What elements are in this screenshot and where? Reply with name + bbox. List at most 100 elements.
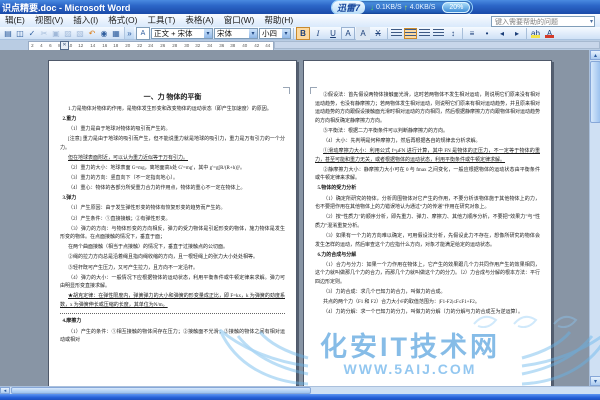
page-1[interactable]: 高考物理知识点精要 一、力 物体的平衡 1.力是物体对物体的作用，是物体发生形变和改… — [48, 60, 297, 386]
doc-paragraph: （3）重力的方向：竖直向下（不一定指向地心）。 — [68, 176, 179, 182]
doc-paragraph: （4）大小：先判明是何种摩擦力，然后再根据各自的规律去分析求解。 — [323, 138, 481, 144]
doc-paragraph: （1）产生的条件：①相互接触的物体间存在压力；②接触面不光滑；③接触的物体之间有… — [60, 329, 285, 344]
character-scale-button[interactable]: X — [371, 27, 385, 40]
toolbars: ▤ ◫ ✓ ✂ ▣ ▨ ▧ ↶ ◉ ▦ » A 正文 + 宋体 ▾ 宋体 ▾ 小四 ▾ B I U… — [0, 26, 600, 40]
styles-and-formatting-icon[interactable]: A — [136, 26, 150, 40]
bullets-button[interactable]: • — [480, 27, 494, 40]
menu-item[interactable]: 窗口(W) — [219, 14, 260, 27]
doc-paragraph: ③轻杆既可产生压力，又可产生拉力，且方向不一定沿杆。 — [68, 265, 199, 271]
increase-indent-button[interactable]: ▸ — [510, 27, 524, 40]
underline-button[interactable]: U — [326, 27, 340, 40]
ruler-number: 40 — [242, 43, 248, 49]
doc-paragraph: 但在地球表面附近，可以认为重力近似等于万有引力。 — [68, 155, 189, 161]
ruler-number: 12 — [78, 43, 84, 49]
align-right-button[interactable] — [419, 28, 430, 38]
print-preview-icon[interactable]: ◫ — [14, 28, 26, 39]
menu-item[interactable]: 插入(I) — [68, 14, 103, 27]
formatting-toolbar: A 正文 + 宋体 ▾ 宋体 ▾ 小四 ▾ B I U A A X ↕ ≡ • … — [136, 26, 556, 40]
menu-item[interactable]: 辑(E) — [0, 14, 30, 27]
upload-arrow-icon: ↑ — [403, 3, 408, 12]
ruler-number: 22 — [137, 43, 143, 49]
ruler-number: 6 — [48, 43, 52, 49]
ruler-number: 30 — [183, 43, 189, 49]
menu-item[interactable]: 视图(V) — [30, 14, 68, 27]
ruler-number: 36 — [218, 43, 224, 49]
style-combobox[interactable]: 正文 + 宋体 ▾ — [151, 27, 213, 39]
doc-paragraph: ②假设法：首先假设两物体接触面光滑，这时若两物体不发生相对运动，则说明它们原来没… — [315, 93, 541, 124]
menu-item[interactable]: 表格(A) — [180, 14, 218, 27]
scroll-down-icon[interactable]: ▾ — [590, 376, 600, 386]
undo-icon[interactable]: ↶ — [86, 28, 98, 39]
italic-button[interactable]: I — [311, 27, 325, 40]
horizontal-ruler[interactable]: 2468101214161820222426283032343638404244… — [0, 40, 600, 51]
ruler-number: 32 — [195, 43, 201, 49]
vertical-scroll-thumb[interactable] — [590, 61, 600, 123]
highlight-button[interactable]: ab — [529, 28, 542, 39]
doc-paragraph: （2）产生条件：①直接接触；②有弹性形变。 — [68, 216, 171, 222]
font-size-combobox[interactable]: 小四 ▾ — [259, 27, 291, 39]
character-shading-button[interactable]: A — [356, 26, 370, 40]
decrease-indent-button[interactable]: ◂ — [495, 27, 509, 40]
doc-paragraph: 共点的两个力（F1 和 F2）合力大小F的取值范围为：|F1-F2|≤F≤F1+… — [323, 300, 480, 306]
doc-paragraph: （1）重力是由于地球对物体的吸引而产生的。 — [68, 127, 171, 133]
ruler-number: 16 — [101, 43, 107, 49]
horizontal-scroll-thumb[interactable] — [11, 387, 311, 394]
align-left-button[interactable] — [391, 28, 402, 38]
line-spacing-button[interactable]: ↕ — [446, 27, 460, 40]
page-2[interactable]: ②假设法：首先假设两物体接触面光滑，这时若两物体不发生相对运动，则说明它们原来没… — [303, 60, 552, 386]
help-input[interactable]: 键入需要帮助的问题 ▾ — [491, 16, 595, 27]
menu-item[interactable]: 格式(O) — [103, 14, 142, 27]
spelling-icon[interactable]: ✓ — [26, 28, 38, 39]
menu-item[interactable]: 工具(T) — [143, 14, 181, 27]
chevron-down-icon[interactable]: ▾ — [249, 28, 257, 38]
ruler-number: 24 — [148, 43, 154, 49]
ruler-number: 2 — [31, 43, 34, 49]
thunder-tab[interactable]: 迅雷7 — [332, 1, 366, 14]
horizontal-scrollbar[interactable]: ◂ — [0, 386, 600, 394]
doc-paragraph: （2）按“性质力”的顺序分析，即先重力、弹力、摩擦力、其他力顺序分析，不要把“效… — [315, 215, 540, 229]
thunder-progress-badge[interactable]: 20% — [442, 2, 471, 13]
word-window: 识点精要.doc - Microsoft Word 迅雷7 ↓ 0.1KB/S … — [0, 0, 600, 400]
doc-paragraph: 6.力的合成与分解 — [317, 252, 357, 258]
format-painter-icon[interactable]: ▧ — [74, 28, 86, 39]
doc-paragraph: 4.摩擦力 — [62, 319, 82, 325]
paste-icon[interactable]: ▨ — [62, 28, 74, 39]
ruler-number: 26 — [160, 43, 166, 49]
cut-icon[interactable]: ✂ — [38, 28, 50, 39]
doc-paragraph: ③平衡法：根据二力平衡条件可以判断静摩擦力的方向。 — [323, 128, 449, 134]
bold-button[interactable]: B — [296, 26, 310, 40]
divider — [526, 27, 527, 39]
chevron-down-icon[interactable]: ▾ — [590, 18, 593, 25]
ruler-number: 20 — [125, 43, 131, 49]
align-center-button[interactable] — [404, 27, 417, 39]
windows-taskbar[interactable] — [0, 394, 600, 400]
chevron-down-icon[interactable]: ▾ — [282, 28, 290, 38]
doc-paragraph: 1.力是物体对物体的作用，是物体发生形变和改变物体的运动状态（即产生加速度）的原… — [68, 107, 272, 112]
toolbar-options-chevron[interactable]: » — [124, 27, 134, 39]
doc-paragraph: （2）重力的大小：地球表面 G=mg，离地面高h处 G′=mg′，其中 g′=g… — [68, 166, 246, 172]
font-combobox[interactable]: 宋体 ▾ — [214, 27, 258, 39]
copy-icon[interactable]: ▣ — [50, 28, 62, 39]
scroll-up-icon[interactable]: ▴ — [590, 50, 600, 60]
justify-button[interactable] — [433, 28, 444, 38]
doc-paragraph: 在两个曲面接触（相当于点接触）的情况下，垂直于过接触点的公切面。 — [68, 245, 229, 251]
chevron-down-icon[interactable]: ▾ — [204, 28, 212, 38]
thunder-mini-bar[interactable]: 迅雷7 ↓ 0.1KB/S ↑ 4.0KB/S 20% — [331, 0, 474, 15]
insert-table-icon[interactable]: ▦ — [110, 28, 122, 39]
insert-hyperlink-icon[interactable]: ◉ — [98, 28, 110, 39]
doc-paragraph: （3）力的合成：求几个已知力的合力，叫做力的合成。 — [323, 289, 446, 295]
doc-paragraph: （3）弹力的方向：与物体形变的方向相反，弹力的受力物体是引起形变的物体，施力物体… — [60, 226, 285, 241]
numbering-button[interactable]: ≡ — [465, 27, 479, 40]
print-icon[interactable]: ▤ — [2, 28, 14, 39]
font-color-button[interactable]: A — [543, 28, 556, 39]
window-title: 识点精要.doc - Microsoft Word — [2, 3, 131, 13]
scroll-left-icon[interactable]: ◂ — [0, 387, 10, 394]
tab-stop-marker[interactable]: ✕ — [60, 41, 69, 50]
divider — [462, 27, 463, 39]
download-speed: 0.1KB/S — [376, 4, 402, 11]
menu-item[interactable]: 帮助(H) — [259, 14, 298, 27]
doc-paragraph: ②绳的拉力方向总是沿着绳且指向绳收缩的方向，且一根轻绳上的张力大小处处相等。 — [68, 255, 259, 261]
character-border-button[interactable]: A — [341, 26, 355, 40]
vertical-scrollbar[interactable]: ▴ ▾ — [589, 50, 600, 386]
page-1-body: 高考物理知识点精要 一、力 物体的平衡 1.力是物体对物体的作用，是物体发生形变和改… — [60, 92, 285, 347]
